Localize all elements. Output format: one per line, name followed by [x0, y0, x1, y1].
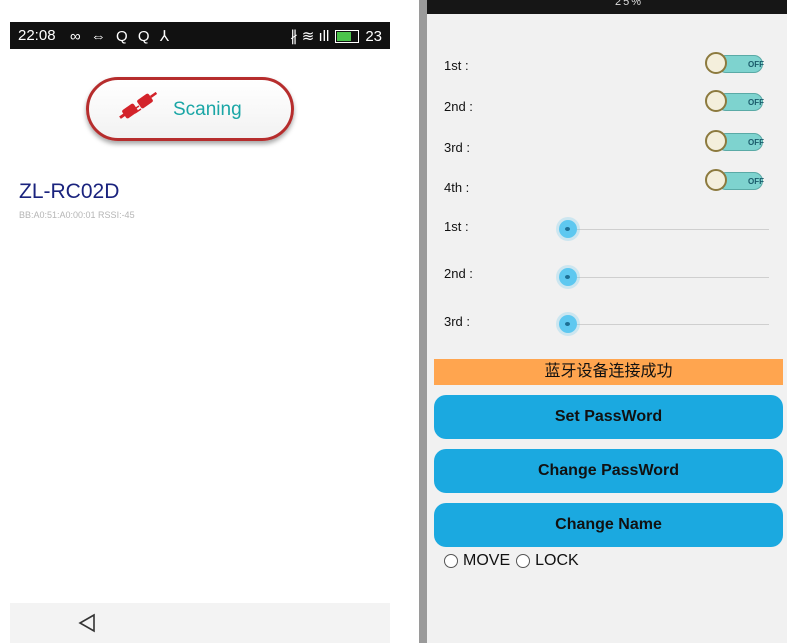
slider-thumb[interactable] [559, 220, 577, 238]
toggle-switch-4[interactable]: OFF [705, 169, 764, 193]
slider-thumb[interactable] [559, 315, 577, 333]
radio-lock[interactable]: LOCK [516, 552, 579, 570]
status-bar: 22:08 ∞ ⇔ Q Q ⅄ ∦ ≋ ıll 23 [10, 22, 390, 49]
signal-icons: ∦ ≋ ıll [290, 28, 330, 45]
slider-track [559, 277, 769, 278]
status-right-group: ∦ ≋ ıll 23 [290, 27, 382, 46]
radio-lock-label: LOCK [535, 552, 579, 569]
radio-circle-icon [516, 554, 531, 568]
radio-move[interactable]: MOVE [444, 552, 510, 570]
toggle-label-1: 1st : [444, 58, 469, 73]
scan-button-label: Scaning [173, 99, 242, 120]
status-bar: 25% [419, 0, 787, 14]
toggle-knob [705, 169, 727, 191]
battery-level: 23 [365, 27, 382, 45]
set-password-button[interactable]: Set PassWord [434, 395, 783, 439]
toggle-label-2: 2nd : [444, 99, 473, 114]
screen-edge [419, 0, 427, 643]
slider-label-1: 1st : [444, 219, 469, 234]
toggle-state: OFF [748, 177, 764, 186]
toggle-knob [705, 130, 727, 152]
radio-move-label: MOVE [463, 552, 511, 569]
toggle-label-4: 4th : [444, 180, 470, 195]
toggle-state: OFF [748, 98, 764, 107]
change-password-button[interactable]: Change PassWord [434, 449, 783, 493]
right-phone-screen: 25% 1st : OFF 2nd : OFF 3rd : OFF 4th : … [419, 0, 787, 643]
back-icon[interactable] [78, 613, 96, 633]
battery-percent: 25% [615, 0, 644, 8]
scan-button[interactable]: Scaning [86, 77, 294, 141]
slider-1[interactable] [559, 219, 769, 239]
slider-label-3: 3rd : [444, 314, 471, 329]
slider-2[interactable] [559, 267, 769, 287]
device-info: BB:A0:51:A0:00:01 RSSI:-45 [19, 210, 135, 220]
status-time: 22:08 [18, 27, 56, 44]
plug-icon [119, 92, 157, 119]
slider-thumb[interactable] [559, 268, 577, 286]
toggle-switch-3[interactable]: OFF [705, 130, 764, 154]
toggle-state: OFF [748, 138, 764, 147]
radio-circle-icon [444, 554, 458, 568]
toggle-knob [705, 52, 727, 74]
toggle-switch-1[interactable]: OFF [705, 52, 764, 76]
toggle-knob [705, 90, 727, 112]
nav-bar [10, 603, 390, 643]
change-name-button[interactable]: Change Name [434, 503, 783, 547]
toggle-state: OFF [748, 60, 764, 69]
mode-radio-group: MOVE LOCK [444, 552, 585, 570]
connection-status-banner: 蓝牙设备连接成功 [434, 359, 783, 385]
toggle-label-3: 3rd : [444, 140, 471, 155]
left-phone-screen: 22:08 ∞ ⇔ Q Q ⅄ ∦ ≋ ıll 23 Scaning ZL-RC… [0, 0, 405, 643]
slider-track [559, 324, 769, 325]
toggle-switch-2[interactable]: OFF [705, 90, 764, 114]
device-name[interactable]: ZL-RC02D [19, 180, 119, 204]
slider-label-2: 2nd : [444, 266, 473, 281]
slider-3[interactable] [559, 314, 769, 334]
battery-icon [335, 29, 360, 43]
slider-track [559, 229, 769, 230]
status-left-icons: ∞ ⇔ Q Q ⅄ [70, 28, 172, 45]
